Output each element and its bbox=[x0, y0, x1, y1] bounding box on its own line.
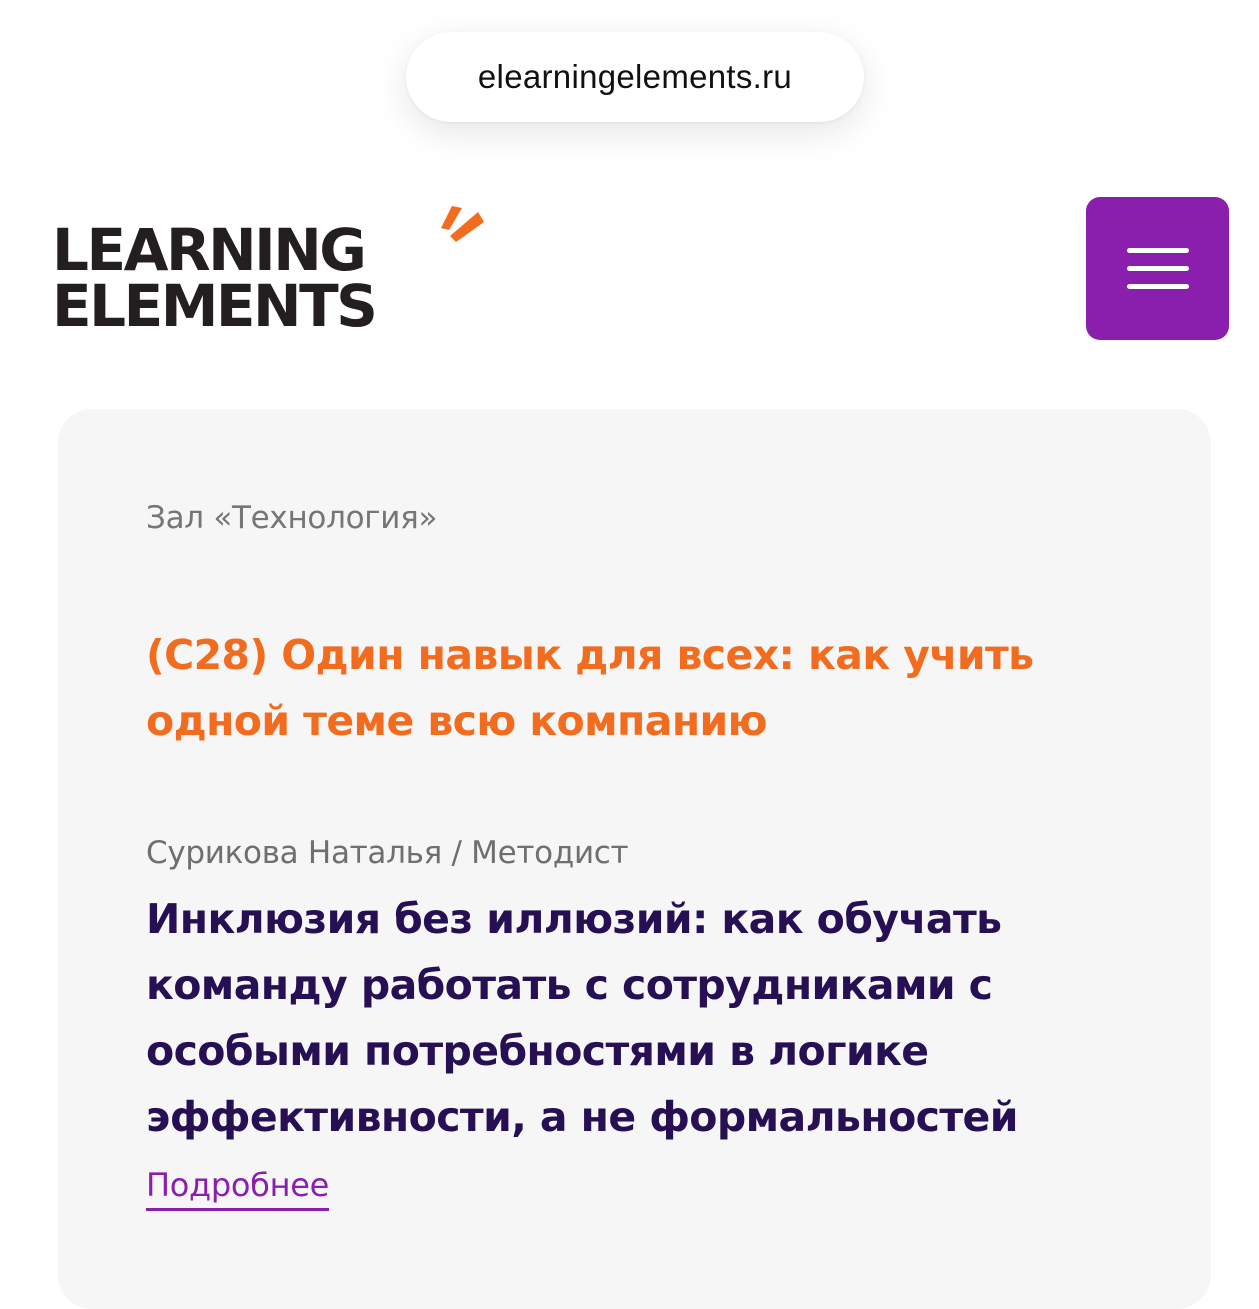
menu-button[interactable] bbox=[1086, 197, 1229, 340]
speaker-info: Сурикова Наталья / Методист bbox=[146, 835, 629, 871]
hamburger-menu-icon bbox=[1126, 247, 1189, 289]
site-logo[interactable]: LEARNING ELEMENTS bbox=[52, 200, 484, 340]
logo-text-line2: ELEMENTS bbox=[52, 272, 378, 340]
logo-spark-icon bbox=[441, 206, 484, 242]
hall-label: Зал «Технология» bbox=[146, 500, 438, 536]
session-title: (С28) Один навык для всех: как учить одн… bbox=[146, 631, 1034, 745]
more-details-link[interactable]: Подробнее bbox=[146, 1166, 329, 1211]
talk-title: Инклюзия без иллюзий: как обучать команд… bbox=[146, 895, 1018, 1141]
logo-text-line1: LEARNING bbox=[52, 216, 367, 284]
address-bar[interactable]: elearningelements.ru bbox=[406, 32, 864, 122]
address-bar-url: elearningelements.ru bbox=[477, 58, 793, 95]
